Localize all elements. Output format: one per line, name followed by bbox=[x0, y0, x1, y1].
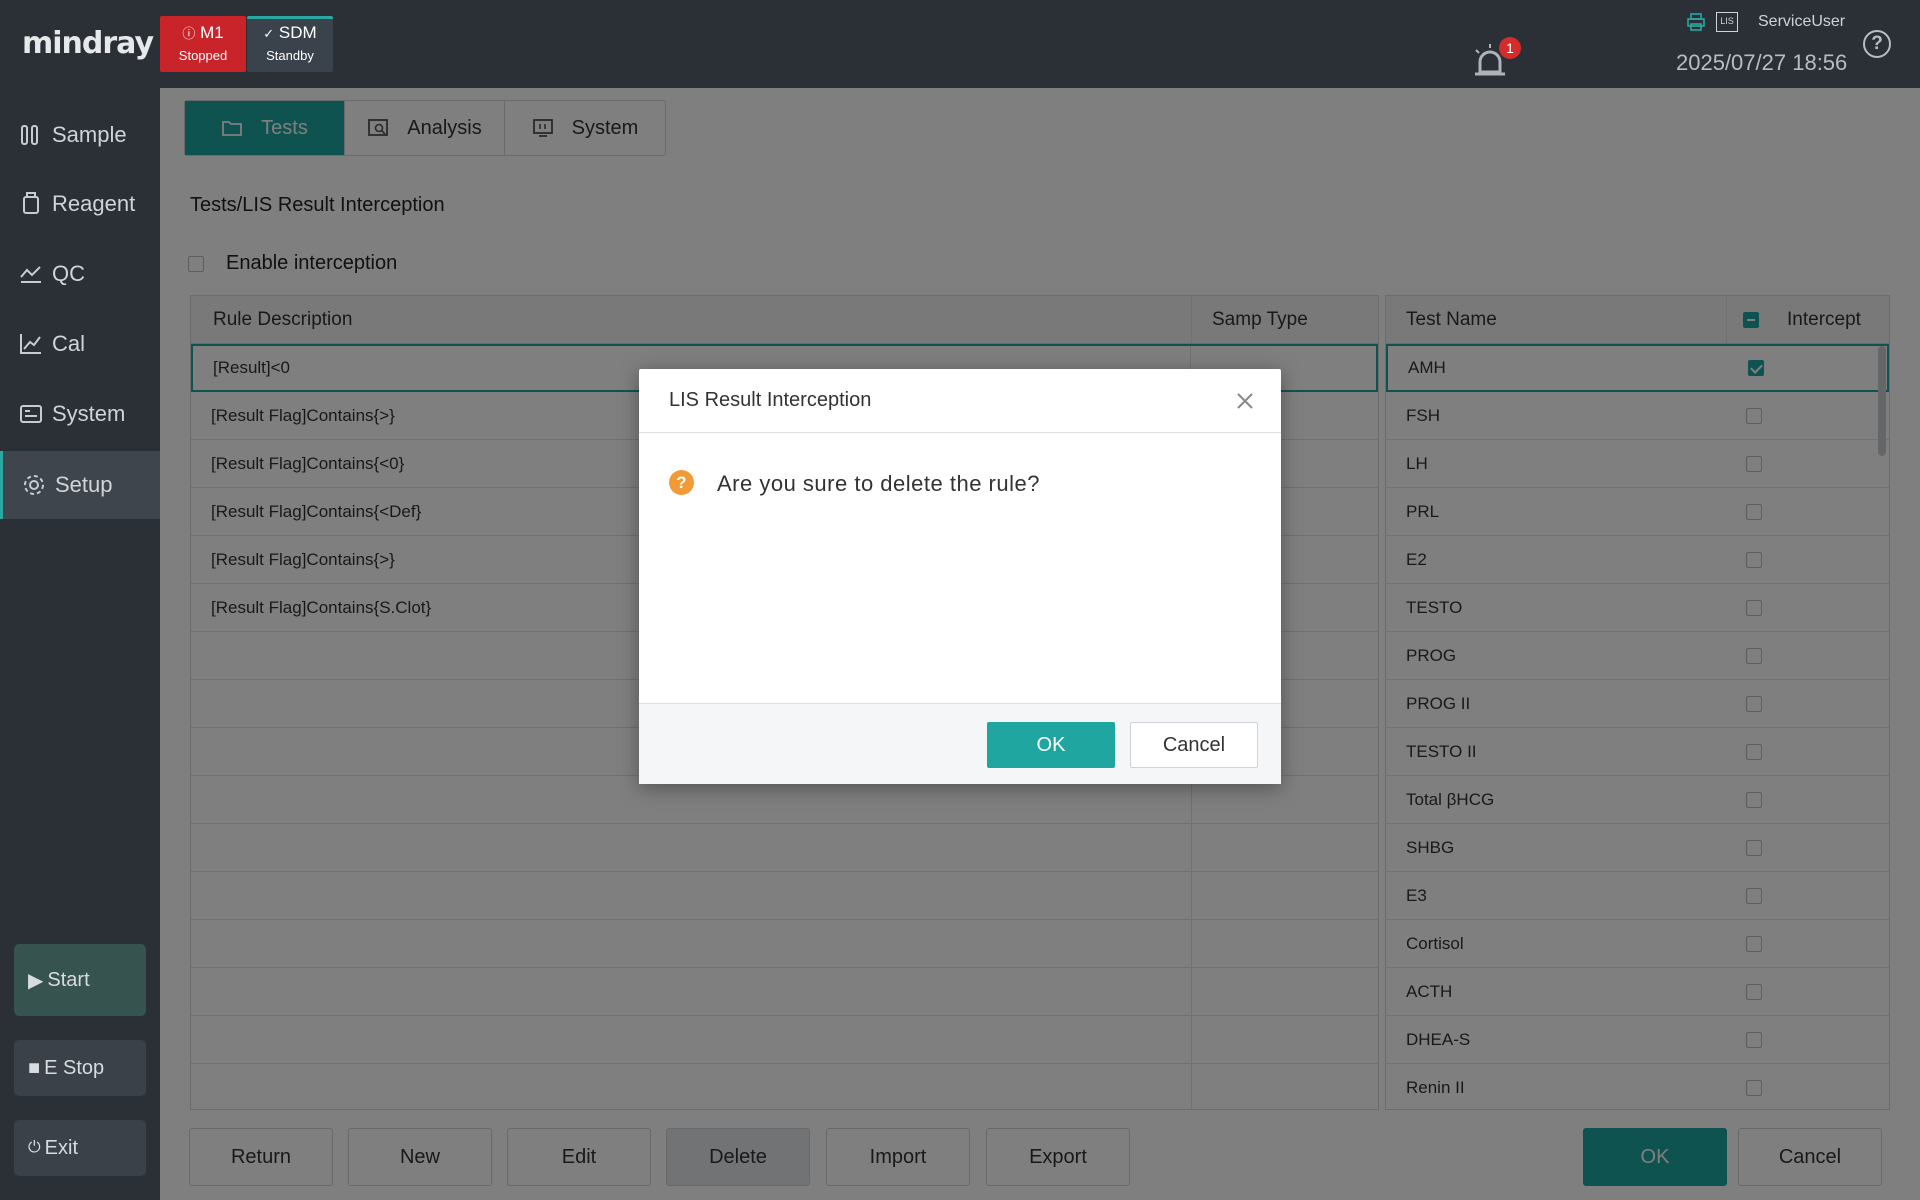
exit-button[interactable]: ⏻ Exit bbox=[14, 1120, 146, 1176]
dialog-cancel-button[interactable]: Cancel bbox=[1130, 722, 1258, 768]
sidebar-item-label: Cal bbox=[52, 331, 86, 356]
alarm-count-badge: 1 bbox=[1499, 37, 1521, 59]
sidebar-item-label: Reagent bbox=[52, 191, 136, 216]
date-time: 2025/07/27 18:56 bbox=[1676, 50, 1848, 75]
check-circle-icon: ✓ bbox=[263, 26, 275, 41]
module-m1-status[interactable]: ⓘ M1 Stopped bbox=[160, 16, 246, 72]
help-icon[interactable]: ? bbox=[1863, 30, 1891, 58]
brand-logo: mindray bbox=[22, 26, 154, 61]
sidebar-item-label: QC bbox=[52, 261, 85, 286]
sidebar-item-setup[interactable]: Setup bbox=[0, 451, 160, 519]
top-bar: mindray ⓘ M1 Stopped ✓ SDM Standby 1 LIS… bbox=[0, 0, 1920, 88]
stop-square-icon: ■ bbox=[28, 1056, 41, 1079]
sidebar-item-reagent[interactable]: Reagent bbox=[0, 170, 160, 238]
close-icon[interactable] bbox=[1235, 391, 1255, 411]
start-button[interactable]: ▶ Start bbox=[14, 944, 146, 1016]
module-m1-state: Stopped bbox=[178, 48, 228, 63]
dialog-title: LIS Result Interception bbox=[669, 389, 872, 411]
play-icon: ▶ bbox=[28, 969, 44, 992]
system-icon bbox=[20, 405, 42, 423]
dialog-header: LIS Result Interception bbox=[639, 369, 1281, 433]
dialog-body: ? Are you sure to delete the rule? bbox=[639, 433, 1281, 703]
module-sdm-status[interactable]: ✓ SDM Standby bbox=[247, 16, 333, 72]
sidebar-item-label: Sample bbox=[52, 122, 127, 147]
confirm-dialog: LIS Result Interception ? Are you sure t… bbox=[639, 369, 1281, 784]
qc-icon bbox=[20, 266, 41, 283]
module-sdm-name: ✓ SDM bbox=[263, 23, 317, 42]
question-icon: ? bbox=[669, 470, 694, 495]
dialog-ok-button[interactable]: OK bbox=[987, 722, 1115, 768]
stop-circle-icon: ⓘ bbox=[182, 26, 196, 41]
lis-icon[interactable]: LIS bbox=[1716, 12, 1738, 32]
reagent-icon bbox=[23, 192, 39, 214]
sidebar-item-sample[interactable]: Sample bbox=[0, 101, 160, 169]
sidebar-item-label: System bbox=[52, 401, 126, 426]
dialog-footer: OK Cancel bbox=[639, 703, 1281, 784]
power-icon: ⏻ bbox=[28, 1139, 41, 1156]
sidebar-item-system[interactable]: System bbox=[0, 380, 160, 448]
sidebar-item-qc[interactable]: QC bbox=[0, 240, 160, 308]
estop-button[interactable]: ■ E Stop bbox=[14, 1040, 146, 1096]
sidebar-item-cal[interactable]: Cal bbox=[0, 310, 160, 378]
current-user: ServiceUser bbox=[1758, 13, 1846, 30]
gear-icon bbox=[24, 475, 44, 495]
printer-icon[interactable] bbox=[1686, 12, 1706, 32]
dialog-message: Are you sure to delete the rule? bbox=[717, 471, 1040, 496]
sidebar: Sample Reagent QC Cal System Setup ▶ Sta… bbox=[0, 88, 160, 1200]
module-sdm-state: Standby bbox=[266, 48, 314, 63]
module-m1-name: ⓘ M1 bbox=[182, 23, 224, 42]
cal-icon bbox=[20, 334, 41, 354]
sidebar-item-label: Setup bbox=[55, 472, 113, 497]
sample-icon bbox=[21, 125, 38, 145]
